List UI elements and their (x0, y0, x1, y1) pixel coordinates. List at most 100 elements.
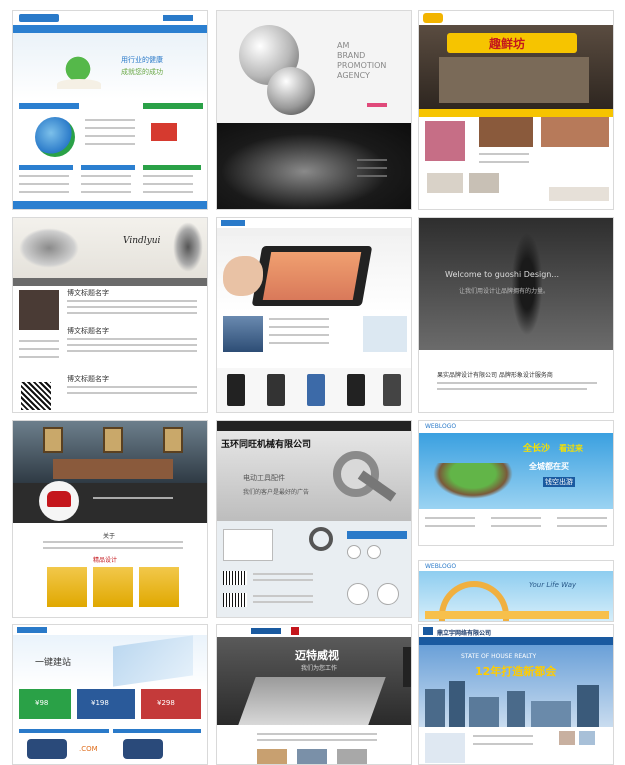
text-line (253, 595, 313, 597)
logo-icon (423, 627, 433, 635)
section-title: 关于 (103, 533, 116, 540)
chair-icon (47, 491, 71, 507)
template-gallery-grid: 用行业的健康 成就您的成功 AM BRAND PROMOTION AGENCY … (0, 0, 625, 765)
ink-tree (173, 222, 203, 272)
brand-line-1: AM (337, 41, 350, 50)
text-line (43, 547, 183, 549)
post-title-3: 博文标题名字 (67, 375, 109, 383)
text-line (67, 312, 197, 314)
post-title-2: 博文标题名字 (67, 327, 109, 335)
template-thumbnail-brand-agency[interactable]: AM BRAND PROMOTION AGENCY (216, 10, 412, 210)
price-3: ¥298 (157, 699, 175, 707)
text-line (473, 743, 533, 745)
phone-image (347, 374, 365, 406)
template-thumbnail-guoshi-design[interactable]: Welcome to guoshi Design... 让我们用设计让品牌拥有的… (418, 217, 614, 413)
template-thumbnail-machinery[interactable]: 玉环同旺机械有限公司 电动工具配件 我们的客户是最好的广告 (216, 420, 412, 618)
template-thumbnail-site-builder[interactable]: 一键建站 ¥98 ¥198 ¥298 .COM (12, 624, 208, 765)
text-line (357, 159, 387, 161)
text-line (253, 579, 313, 581)
template-thumbnail-island-promo[interactable]: WEBLOGO 全长沙 看过来 全城都在买 钱空出游 (418, 420, 614, 546)
price-1: ¥98 (35, 699, 49, 707)
logo-icon (221, 220, 245, 226)
text-line (257, 739, 377, 741)
product-image (479, 117, 533, 147)
part-icon (347, 583, 369, 605)
hero-banner: 一键建站 (13, 635, 207, 687)
slogan-1: 全长沙 (523, 444, 551, 454)
tagline: 电动工具配件 (243, 474, 285, 482)
building-image (223, 316, 263, 352)
product-image (469, 173, 499, 193)
subline-text: 让我们用设计让品牌拥有的力量。 (459, 288, 550, 295)
storefront-photo: 趣鲜坊 (419, 25, 613, 109)
template-thumbnail-rainbow-life[interactable]: WEBLOGO Your Life Way (418, 560, 614, 622)
template-thumbnail-corporate[interactable]: 用行业的健康 成就您的成功 (12, 10, 208, 210)
hand-image (223, 256, 263, 296)
slogan: Your Life Way (529, 581, 577, 589)
building-image (425, 733, 465, 763)
tile-header (13, 625, 207, 635)
section-header (347, 531, 407, 539)
product-image (549, 187, 609, 201)
template-thumbnail-laptop-studio[interactable]: 迈特威视 我们为您工作 (216, 624, 412, 765)
product-strip (217, 368, 411, 412)
hero-subtitle: 我们为您工作 (301, 665, 338, 672)
thumb-image (257, 749, 287, 764)
room-photo (13, 421, 207, 483)
text-line (491, 517, 541, 519)
room-image (93, 567, 133, 607)
frame-image (103, 427, 123, 453)
logo-icon (251, 628, 281, 634)
tile-header (217, 625, 411, 637)
text-line (19, 348, 59, 350)
logo-text: WEBLOGO (425, 563, 457, 570)
building-image (469, 697, 499, 727)
text-line (19, 340, 59, 342)
text-line (67, 386, 197, 388)
section-header (19, 729, 109, 733)
brand-line-3: PROMOTION (337, 61, 387, 70)
text-line (479, 153, 529, 155)
text-line (557, 525, 607, 527)
text-line (143, 183, 193, 185)
template-thumbnail-digital-products[interactable] (216, 217, 412, 413)
text-line (85, 135, 135, 137)
text-line (67, 392, 197, 394)
text-line (357, 175, 387, 177)
search-box (163, 15, 193, 21)
handshake-image (123, 739, 163, 759)
nav-active-icon (291, 627, 299, 635)
tile-header: WEBLOGO (419, 561, 613, 571)
yellow-band (419, 109, 613, 117)
section-header (19, 103, 79, 109)
text-line (67, 338, 197, 340)
banner-line-2: 成就您的成功 (121, 68, 163, 76)
hero-title: 一键建站 (35, 658, 72, 668)
island-image (433, 463, 513, 499)
text-line (437, 388, 587, 390)
template-thumbnail-snack-shop[interactable]: 趣鲜坊 (418, 10, 614, 210)
side-toolbar (403, 647, 411, 687)
part-icon (367, 545, 381, 559)
text-line (93, 497, 173, 499)
thumb-image (337, 749, 367, 764)
template-thumbnail-interior[interactable]: 关于 精品设计 (12, 420, 208, 618)
text-line (81, 175, 131, 177)
tile-header (217, 421, 411, 431)
template-thumbnail-real-estate[interactable]: 鼎立宇网络有限公司 STATE OF HOUSE REALTY 12年打造新都会 (418, 624, 614, 765)
nav-bar (419, 637, 613, 645)
hero-banner (217, 236, 411, 312)
hero-area: AM BRAND PROMOTION AGENCY (217, 11, 411, 123)
shop-interior (439, 57, 589, 103)
slogan-4: 钱空出游 (543, 477, 575, 487)
laptop-image (238, 677, 386, 725)
template-thumbnail-ink-blog[interactable]: Vindlyui 博文标题名字 博文标题名字 博文标题名字 (12, 217, 208, 413)
hero-banner: 全长沙 看过来 全城都在买 钱空出游 (419, 433, 613, 509)
barcode-icon (223, 593, 247, 607)
thumb-image (559, 731, 575, 745)
phone-image (307, 374, 325, 406)
text-line (67, 306, 197, 308)
brand-line-4: AGENCY (337, 71, 370, 80)
section-header (81, 165, 135, 170)
text-line (67, 300, 197, 302)
